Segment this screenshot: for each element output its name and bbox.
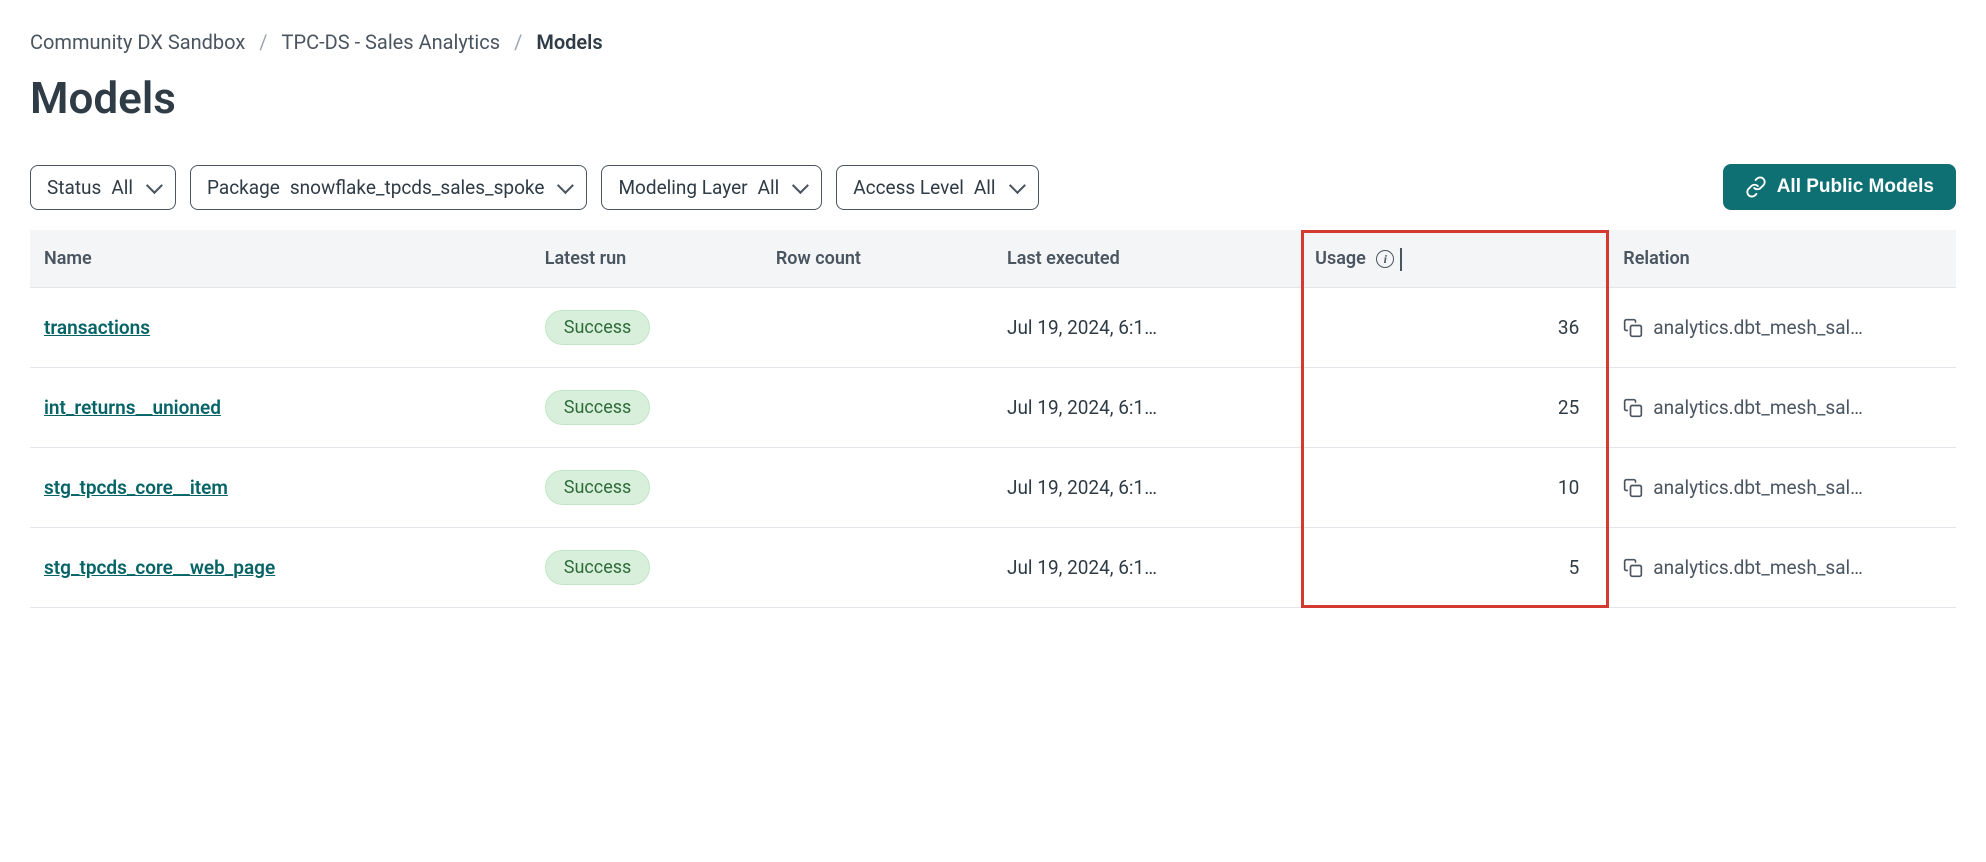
models-table: Name Latest run Row count Last executed …: [30, 230, 1956, 608]
cell-last-executed: Jul 19, 2024, 6:1…: [993, 448, 1301, 528]
table-row: int_returns__unioned Success Jul 19, 2024,…: [30, 368, 1956, 448]
copy-icon[interactable]: [1623, 318, 1643, 338]
col-header-row-count[interactable]: Row count: [762, 230, 993, 288]
filter-status[interactable]: Status All: [30, 165, 176, 210]
filter-label: Access Level: [853, 176, 964, 199]
cell-name: transactions: [30, 288, 531, 368]
filter-value: snowflake_tpcds_sales_spoke: [290, 176, 545, 199]
cell-row-count: [762, 528, 993, 608]
cell-relation: analytics.dbt_mesh_sal…: [1609, 368, 1956, 448]
model-link[interactable]: stg_tpcds_core__web_page: [44, 556, 275, 579]
relation-text: analytics.dbt_mesh_sal…: [1653, 556, 1863, 579]
table-row: transactions Success Jul 19, 2024, 6:1…36 a…: [30, 288, 1956, 368]
breadcrumb-sep: /: [259, 30, 267, 54]
models-table-wrap: Name Latest run Row count Last executed …: [30, 230, 1956, 608]
cell-last-executed: Jul 19, 2024, 6:1…: [993, 288, 1301, 368]
cell-last-executed: Jul 19, 2024, 6:1…: [993, 368, 1301, 448]
filter-label: Modeling Layer: [618, 176, 747, 199]
cell-relation: analytics.dbt_mesh_sal…: [1609, 448, 1956, 528]
cell-row-count: [762, 448, 993, 528]
breadcrumb-link-project[interactable]: TPC-DS - Sales Analytics: [282, 30, 501, 54]
col-header-usage[interactable]: Usage i: [1301, 230, 1609, 288]
cell-name: stg_tpcds_core__web_page: [30, 528, 531, 608]
chevron-down-icon: [557, 177, 574, 194]
cell-name: stg_tpcds_core__item: [30, 448, 531, 528]
col-header-relation[interactable]: Relation: [1609, 230, 1956, 288]
col-header-last-executed[interactable]: Last executed: [993, 230, 1301, 288]
chevron-down-icon: [1400, 248, 1402, 271]
cell-usage: 5: [1301, 528, 1609, 608]
filter-toolbar: Status All Package snowflake_tpcds_sales…: [30, 164, 1956, 210]
filter-access-level[interactable]: Access Level All: [836, 165, 1038, 210]
status-badge: Success: [545, 470, 651, 505]
cell-name: int_returns__unioned: [30, 368, 531, 448]
model-link[interactable]: transactions: [44, 316, 150, 339]
cell-latest-run: Success: [531, 368, 762, 448]
model-link[interactable]: int_returns__unioned: [44, 396, 221, 419]
breadcrumb-current: Models: [536, 30, 602, 54]
filter-value: All: [758, 176, 780, 199]
cell-usage: 10: [1301, 448, 1609, 528]
relation-text: analytics.dbt_mesh_sal…: [1653, 476, 1863, 499]
relation-text: analytics.dbt_mesh_sal…: [1653, 316, 1863, 339]
breadcrumb-sep: /: [514, 30, 522, 54]
copy-icon[interactable]: [1623, 398, 1643, 418]
relation-text: analytics.dbt_mesh_sal…: [1653, 396, 1863, 419]
filter-modeling-layer[interactable]: Modeling Layer All: [601, 165, 822, 210]
cell-relation: analytics.dbt_mesh_sal…: [1609, 528, 1956, 608]
chevron-down-icon: [146, 177, 163, 194]
cell-latest-run: Success: [531, 288, 762, 368]
cell-latest-run: Success: [531, 448, 762, 528]
cell-last-executed: Jul 19, 2024, 6:1…: [993, 528, 1301, 608]
col-header-usage-label: Usage: [1315, 248, 1366, 269]
breadcrumb-link-org[interactable]: Community DX Sandbox: [30, 30, 245, 54]
cell-relation: analytics.dbt_mesh_sal…: [1609, 288, 1956, 368]
filter-package[interactable]: Package snowflake_tpcds_sales_spoke: [190, 165, 587, 210]
filter-label: Status: [47, 176, 101, 199]
table-row: stg_tpcds_core__item Success Jul 19, 2024,…: [30, 448, 1956, 528]
cell-usage: 25: [1301, 368, 1609, 448]
cell-usage: 36: [1301, 288, 1609, 368]
chevron-down-icon: [792, 177, 809, 194]
status-badge: Success: [545, 310, 651, 345]
col-header-name[interactable]: Name: [30, 230, 531, 288]
filter-value: All: [974, 176, 996, 199]
cell-latest-run: Success: [531, 528, 762, 608]
status-badge: Success: [545, 550, 651, 585]
status-badge: Success: [545, 390, 651, 425]
copy-icon[interactable]: [1623, 558, 1643, 578]
all-public-models-button[interactable]: All Public Models: [1723, 164, 1956, 210]
info-icon[interactable]: i: [1376, 250, 1394, 268]
model-link[interactable]: stg_tpcds_core__item: [44, 476, 228, 499]
col-header-latest-run[interactable]: Latest run: [531, 230, 762, 288]
copy-icon[interactable]: [1623, 478, 1643, 498]
table-row: stg_tpcds_core__web_page Success Jul 19, 2…: [30, 528, 1956, 608]
filter-value: All: [111, 176, 133, 199]
link-icon: [1745, 176, 1767, 198]
cell-row-count: [762, 368, 993, 448]
filter-label: Package: [207, 176, 280, 199]
cell-row-count: [762, 288, 993, 368]
chevron-down-icon: [1008, 177, 1025, 194]
page-title: Models: [30, 72, 1956, 124]
button-label: All Public Models: [1777, 176, 1934, 198]
breadcrumb: Community DX Sandbox / TPC-DS - Sales An…: [30, 30, 1956, 54]
